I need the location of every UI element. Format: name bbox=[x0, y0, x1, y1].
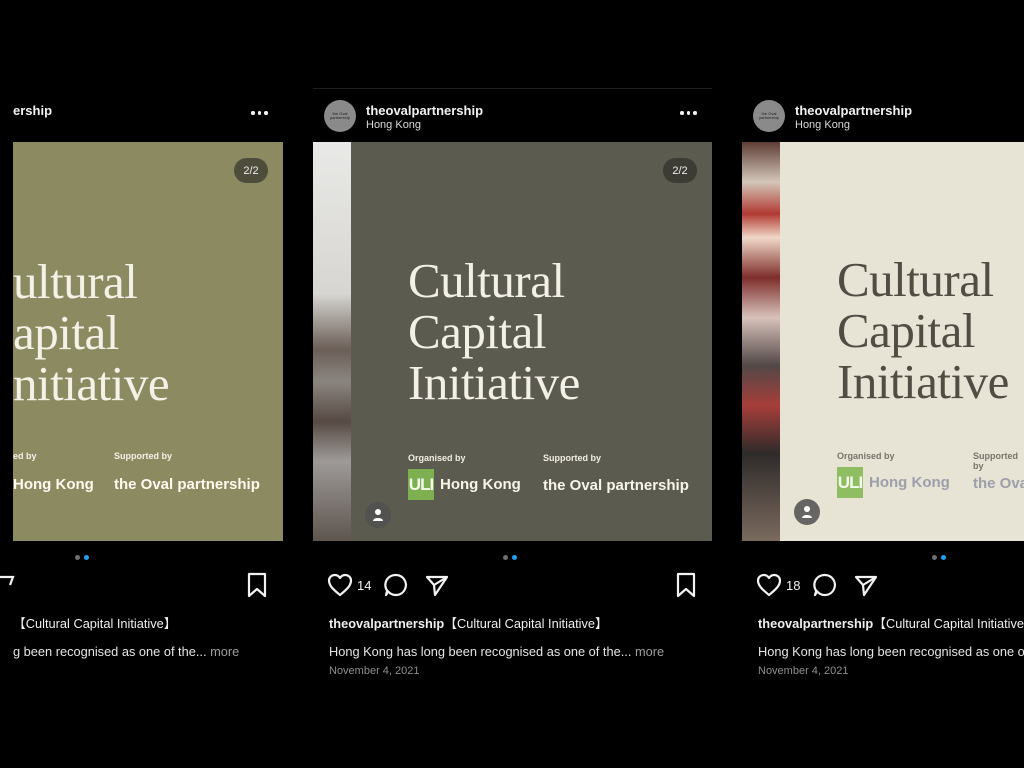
carousel-dots bbox=[503, 555, 517, 560]
supporter-name: the Oval bbox=[973, 475, 1024, 492]
like-count: 18 bbox=[786, 578, 801, 593]
instagram-post-center: the Oval partnership theovalpartnership … bbox=[313, 88, 712, 688]
organiser-logo: ULI Hong Kong bbox=[837, 467, 950, 498]
post-body: Hong Kong has long been recognised as on… bbox=[758, 644, 1024, 659]
cover-title: Cultural Capital Initiative bbox=[408, 253, 580, 410]
cover-card: Cultural Capital Initiative Organised by… bbox=[780, 142, 1024, 541]
username[interactable]: theovalpartnership bbox=[366, 103, 483, 118]
supporter-name: the Oval partnership bbox=[114, 476, 260, 493]
supported-label: Supported by bbox=[973, 451, 1018, 471]
tagged-user-icon[interactable] bbox=[365, 502, 391, 528]
organiser-name: Hong Kong bbox=[869, 474, 950, 491]
bookmark-icon[interactable] bbox=[672, 571, 700, 599]
location[interactable]: Hong Kong bbox=[795, 119, 850, 131]
organised-label: Organised by bbox=[408, 453, 466, 463]
comment-icon[interactable] bbox=[811, 571, 839, 599]
organiser-logo: ULI Hong Kong bbox=[408, 469, 521, 500]
post-header: ership bbox=[0, 88, 283, 142]
more-link[interactable]: more bbox=[210, 644, 239, 659]
cover-title: ultural apital nitiative bbox=[13, 254, 170, 411]
uli-logo: ULI bbox=[408, 469, 434, 500]
post-date: November 4, 2021 bbox=[758, 665, 849, 677]
post-actions: 18 bbox=[742, 571, 1024, 601]
supported-label: Supported by bbox=[543, 453, 601, 463]
bookmark-icon[interactable] bbox=[243, 571, 271, 599]
post-image[interactable]: Cultural Capital Initiative Organised by… bbox=[742, 142, 1024, 541]
slide-counter: 2/2 bbox=[663, 158, 697, 183]
location[interactable]: Hong Kong bbox=[366, 119, 421, 131]
username[interactable]: theovalpartnership bbox=[795, 103, 912, 118]
more-options-icon[interactable] bbox=[680, 106, 700, 120]
post-caption: theovalpartnership【Cultural Capital Init… bbox=[758, 616, 1024, 631]
more-options-icon[interactable] bbox=[251, 106, 271, 120]
building-photo bbox=[313, 142, 351, 541]
tagged-user-icon[interactable] bbox=[794, 499, 820, 525]
carousel-dots bbox=[932, 555, 946, 560]
signage-photo bbox=[742, 142, 780, 541]
heart-icon[interactable] bbox=[326, 571, 354, 599]
post-caption: theovalpartnership【Cultural Capital Init… bbox=[329, 616, 608, 631]
like-count: 14 bbox=[357, 578, 372, 593]
instagram-post-right: the Oval partnership theovalpartnership … bbox=[742, 88, 1024, 688]
heart-icon[interactable] bbox=[755, 571, 783, 599]
post-caption: 【Cultural Capital Initiative】 bbox=[13, 616, 177, 631]
post-body: Hong Kong has long been recognised as on… bbox=[329, 644, 665, 659]
post-date: November 4, 2021 bbox=[329, 665, 420, 677]
organised-label: ed by bbox=[13, 451, 37, 461]
organiser-name: Hong Kong bbox=[440, 476, 521, 493]
post-body: g been recognised as one of the... more bbox=[13, 644, 240, 659]
avatar[interactable]: the Oval partnership bbox=[753, 100, 785, 132]
post-header: the Oval partnership theovalpartnership … bbox=[313, 88, 712, 142]
supporter-name: the Oval partnership bbox=[543, 477, 689, 494]
more-link[interactable]: more bbox=[635, 644, 664, 659]
share-icon[interactable] bbox=[852, 571, 880, 599]
share-icon[interactable] bbox=[0, 571, 28, 599]
username[interactable]: ership bbox=[13, 103, 52, 118]
uli-logo: ULI bbox=[837, 467, 863, 498]
post-image[interactable]: 2/2 Cultural Capital Initiative Organise… bbox=[313, 142, 712, 541]
instagram-post-left: ership 2/2 ultural apital nitiative ed b… bbox=[0, 88, 283, 688]
post-actions bbox=[0, 571, 283, 601]
post-header: the Oval partnership theovalpartnership … bbox=[742, 88, 1024, 142]
cover-card: 2/2 Cultural Capital Initiative Organise… bbox=[351, 142, 712, 541]
post-actions: 14 bbox=[313, 571, 712, 601]
post-image[interactable]: 2/2 ultural apital nitiative ed by Suppo… bbox=[0, 142, 283, 541]
comment-icon[interactable] bbox=[382, 571, 410, 599]
organised-label: Organised by bbox=[837, 451, 895, 461]
cover-title: Cultural Capital Initiative bbox=[837, 252, 1009, 409]
avatar[interactable]: the Oval partnership bbox=[324, 100, 356, 132]
supported-label: Supported by bbox=[114, 451, 172, 461]
cover-card: 2/2 ultural apital nitiative ed by Suppo… bbox=[13, 142, 283, 541]
slide-counter: 2/2 bbox=[234, 158, 268, 183]
organiser-name: Hong Kong bbox=[13, 476, 94, 493]
carousel-dots bbox=[75, 555, 89, 560]
share-icon[interactable] bbox=[423, 571, 451, 599]
